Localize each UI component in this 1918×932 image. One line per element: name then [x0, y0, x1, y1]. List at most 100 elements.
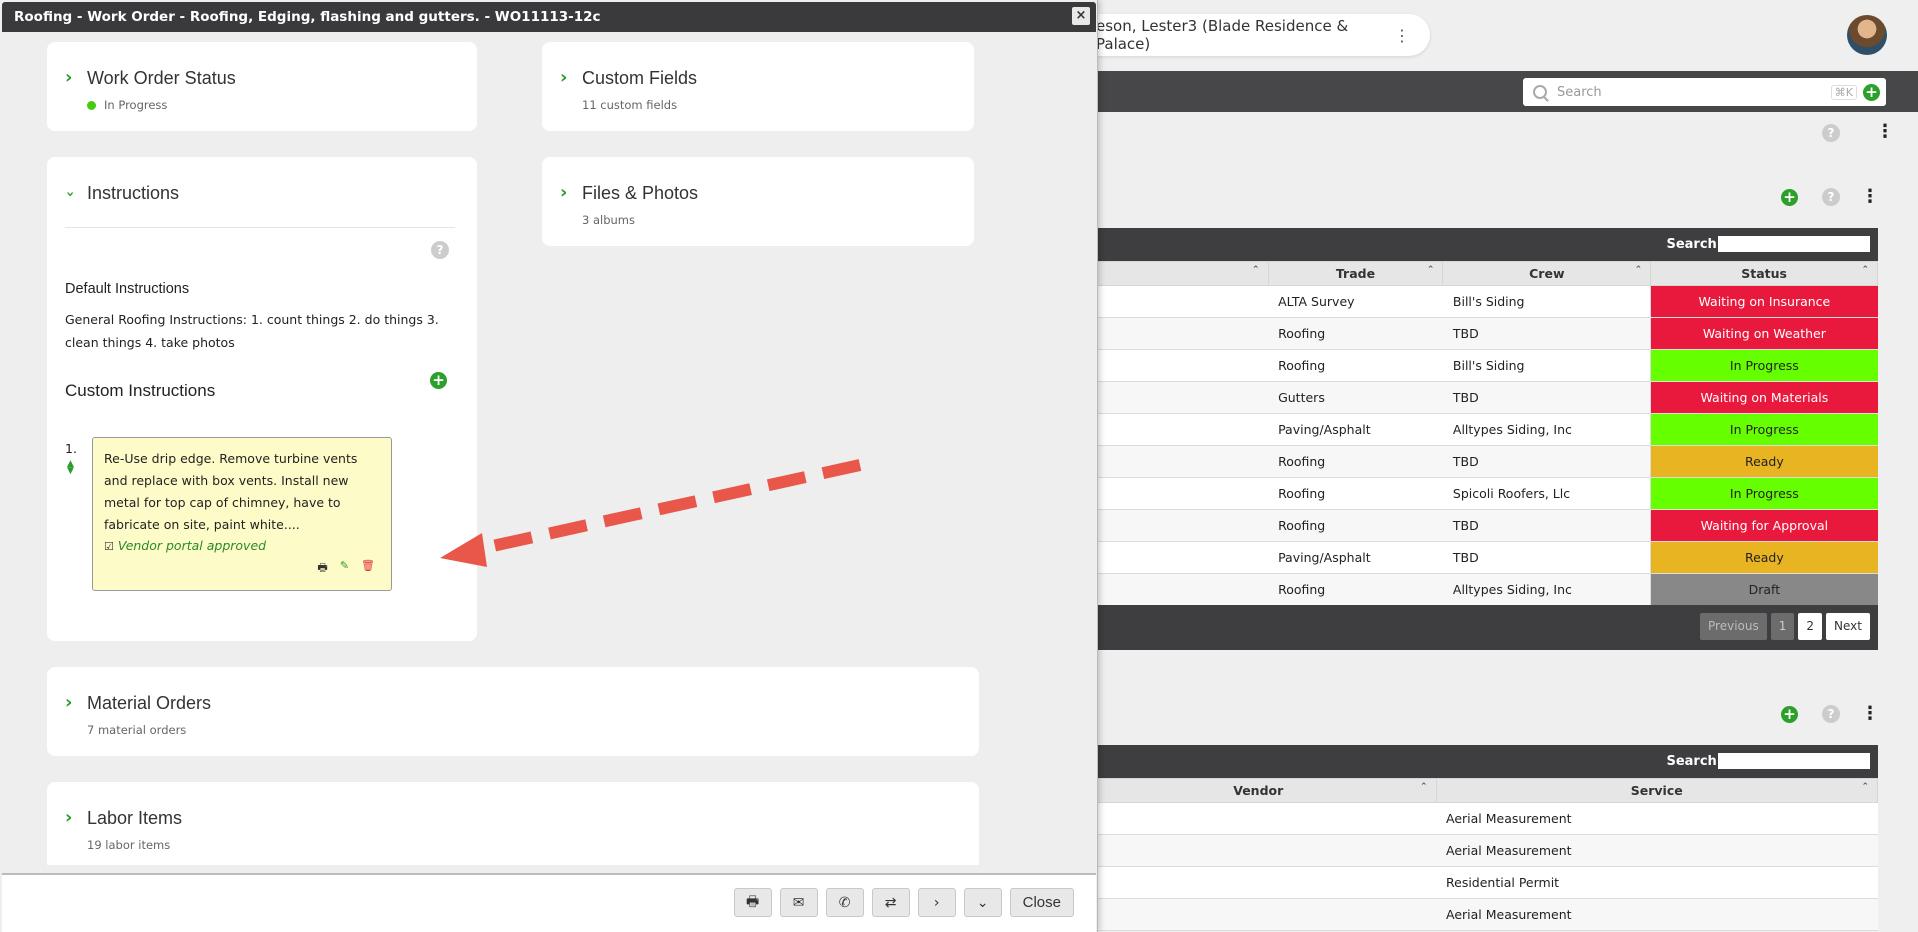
table-row[interactable]: Roofing Alltypes Siding, Inc Draft	[1080, 573, 1878, 606]
column-header[interactable]: ⌃	[1080, 261, 1269, 286]
print-button[interactable]: 🖶	[733, 888, 772, 917]
contact-menu-icon[interactable]: ⋮	[1394, 26, 1410, 45]
card-subtitle: 11 custom fields	[582, 98, 678, 112]
instruction-number: 1.	[65, 441, 77, 456]
chevron-right-icon: ›	[560, 67, 568, 88]
work-order-modal: Roofing - Work Order - Roofing, Edging, …	[0, 0, 1098, 932]
chevron-right-icon: ›	[65, 692, 73, 713]
help-icon[interactable]: ?	[1822, 188, 1840, 206]
close-button[interactable]: Close	[1009, 888, 1074, 917]
cell-vendor	[1080, 834, 1436, 867]
email-button[interactable]: ✉	[779, 888, 818, 917]
help-icon[interactable]: ?	[1822, 705, 1840, 723]
column-header-vendor[interactable]: Vendor ⌃	[1080, 778, 1437, 803]
cell-crew: Bill's Siding	[1442, 285, 1651, 318]
status-badge: Waiting on Materials	[1650, 381, 1878, 414]
table-toolbar: Search:	[1080, 228, 1878, 261]
cell-vendor	[1080, 802, 1436, 835]
help-icon[interactable]: ?	[1822, 124, 1840, 142]
reorder-handle-icon[interactable]: ▲ ▼	[67, 460, 74, 476]
cell-crew: TBD	[1442, 317, 1651, 350]
close-icon[interactable]: ×	[1072, 7, 1090, 25]
status-dot-icon	[87, 101, 96, 110]
pager-page-2[interactable]: 2	[1798, 613, 1823, 640]
edit-icon[interactable]: ✎	[340, 559, 349, 578]
pager-previous-button[interactable]: Previous	[1700, 613, 1767, 640]
print-icon[interactable]: 🖶	[317, 559, 327, 578]
column-header-trade[interactable]: Trade ⌃	[1267, 261, 1444, 286]
column-header-service[interactable]: Service ⌃	[1435, 778, 1878, 803]
cell-service: Aerial Measurement	[1436, 898, 1878, 931]
global-search-input[interactable]: Search ⌘K +	[1523, 78, 1886, 106]
modal-titlebar: Roofing - Work Order - Roofing, Edging, …	[2, 2, 1096, 32]
table-row[interactable]: Roofing Bill's Siding In Progress	[1080, 349, 1878, 382]
modal-footer: 🖶 ✉ ✆ ⇄ › ⌄ Close	[2, 873, 1096, 932]
exchange-icon: ⇄	[884, 894, 897, 911]
cell-name	[1080, 413, 1269, 446]
table-row[interactable]: Roofing Spicoli Roofers, Llc In Progress	[1080, 477, 1878, 510]
table-pager-bar: Previous 1 2 Next	[1080, 605, 1878, 650]
files-photos-card[interactable]: › Files & Photos 3 albums	[542, 157, 974, 246]
table-search-input[interactable]	[1718, 236, 1870, 252]
envelope-icon: ✉	[792, 894, 805, 911]
table-row[interactable]: Roofing TBD Waiting for Approval	[1080, 509, 1878, 542]
section-menu-icon[interactable]: ⋮	[1861, 188, 1879, 206]
table-row[interactable]: Residential Permit	[1080, 866, 1878, 899]
table-row[interactable]: Roofing TBD Ready	[1080, 445, 1878, 478]
page-menu-icon[interactable]: ⋮	[1876, 123, 1894, 141]
footer-actions: 🖶 ✉ ✆ ⇄ › ⌄ Close	[733, 888, 1074, 917]
add-instruction-icon[interactable]: +	[430, 372, 447, 389]
trash-icon[interactable]: 🗑	[361, 559, 375, 578]
cell-name	[1080, 573, 1269, 606]
add-vendor-icon[interactable]: +	[1781, 706, 1798, 723]
more-button[interactable]: ⌄	[963, 888, 1002, 917]
card-subtitle: 3 albums	[582, 213, 635, 227]
labor-items-card[interactable]: › Labor Items 19 labor items	[47, 782, 979, 865]
instructions-card: › Instructions ? Default Instructions Ge…	[47, 157, 477, 641]
table-row[interactable]: Paving/Asphalt TBD Ready	[1080, 541, 1878, 574]
cell-vendor	[1080, 898, 1436, 931]
table-row[interactable]: Paving/Asphalt Alltypes Siding, Inc In Pro…	[1080, 413, 1878, 446]
table-search-input[interactable]	[1718, 753, 1870, 769]
cell-name	[1080, 317, 1269, 350]
table-row[interactable]: Aerial Measurement	[1080, 834, 1878, 867]
work-order-status-card[interactable]: › Work Order Status In Progress	[47, 42, 477, 131]
cell-trade: Roofing	[1268, 477, 1443, 510]
avatar[interactable]	[1847, 15, 1887, 55]
help-icon[interactable]: ?	[431, 241, 449, 259]
table-row[interactable]: Aerial Measurement	[1080, 802, 1878, 835]
next-button[interactable]: ›	[917, 888, 956, 917]
add-work-order-icon[interactable]: +	[1781, 189, 1798, 206]
section-menu-icon[interactable]: ⋮	[1861, 705, 1879, 723]
modal-title: Roofing - Work Order - Roofing, Edging, …	[14, 9, 601, 25]
instruction-text: Re-Use drip edge. Remove turbine vents a…	[104, 451, 358, 532]
contact-name: eson, Lester3 (Blade Residence & Palace)	[1096, 17, 1349, 53]
chevron-down-icon[interactable]: ›	[60, 191, 80, 197]
card-title[interactable]: Instructions	[87, 183, 179, 204]
status-badge: Draft	[1650, 573, 1878, 606]
pager-page-1[interactable]: 1	[1770, 613, 1795, 640]
cell-crew: Alltypes Siding, Inc	[1442, 413, 1651, 446]
table-row[interactable]: Gutters TBD Waiting on Materials	[1080, 381, 1878, 414]
table-row[interactable]: Roofing TBD Waiting on Weather	[1080, 317, 1878, 350]
cell-name	[1080, 477, 1269, 510]
column-header-crew[interactable]: Crew ⌃	[1442, 261, 1652, 286]
chevron-right-icon: ›	[560, 182, 568, 203]
search-placeholder: Search	[1557, 84, 1602, 100]
column-header-status[interactable]: Status ⌃	[1650, 261, 1878, 286]
pager-next-button[interactable]: Next	[1826, 613, 1870, 640]
quick-add-icon[interactable]: +	[1863, 83, 1880, 101]
transfer-button[interactable]: ⇄	[871, 888, 910, 917]
call-button[interactable]: ✆	[825, 888, 864, 917]
chevron-right-icon: ›	[65, 67, 73, 88]
note-actions: 🖶 ✎ 🗑	[317, 559, 375, 578]
table-row[interactable]: ALTA Survey Bill's Siding Waiting on Insur…	[1080, 285, 1878, 318]
status-value: In Progress	[87, 98, 167, 112]
table-row[interactable]: Aerial Measurement	[1080, 898, 1878, 931]
material-orders-card[interactable]: › Material Orders 7 material orders	[47, 667, 979, 756]
card-title: Custom Fields	[582, 68, 698, 88]
custom-fields-card[interactable]: › Custom Fields 11 custom fields	[542, 42, 974, 131]
cell-name	[1080, 445, 1269, 478]
status-badge: In Progress	[1650, 349, 1878, 382]
contact-pill[interactable]: eson, Lester3 (Blade Residence & Palace)…	[1060, 14, 1430, 56]
